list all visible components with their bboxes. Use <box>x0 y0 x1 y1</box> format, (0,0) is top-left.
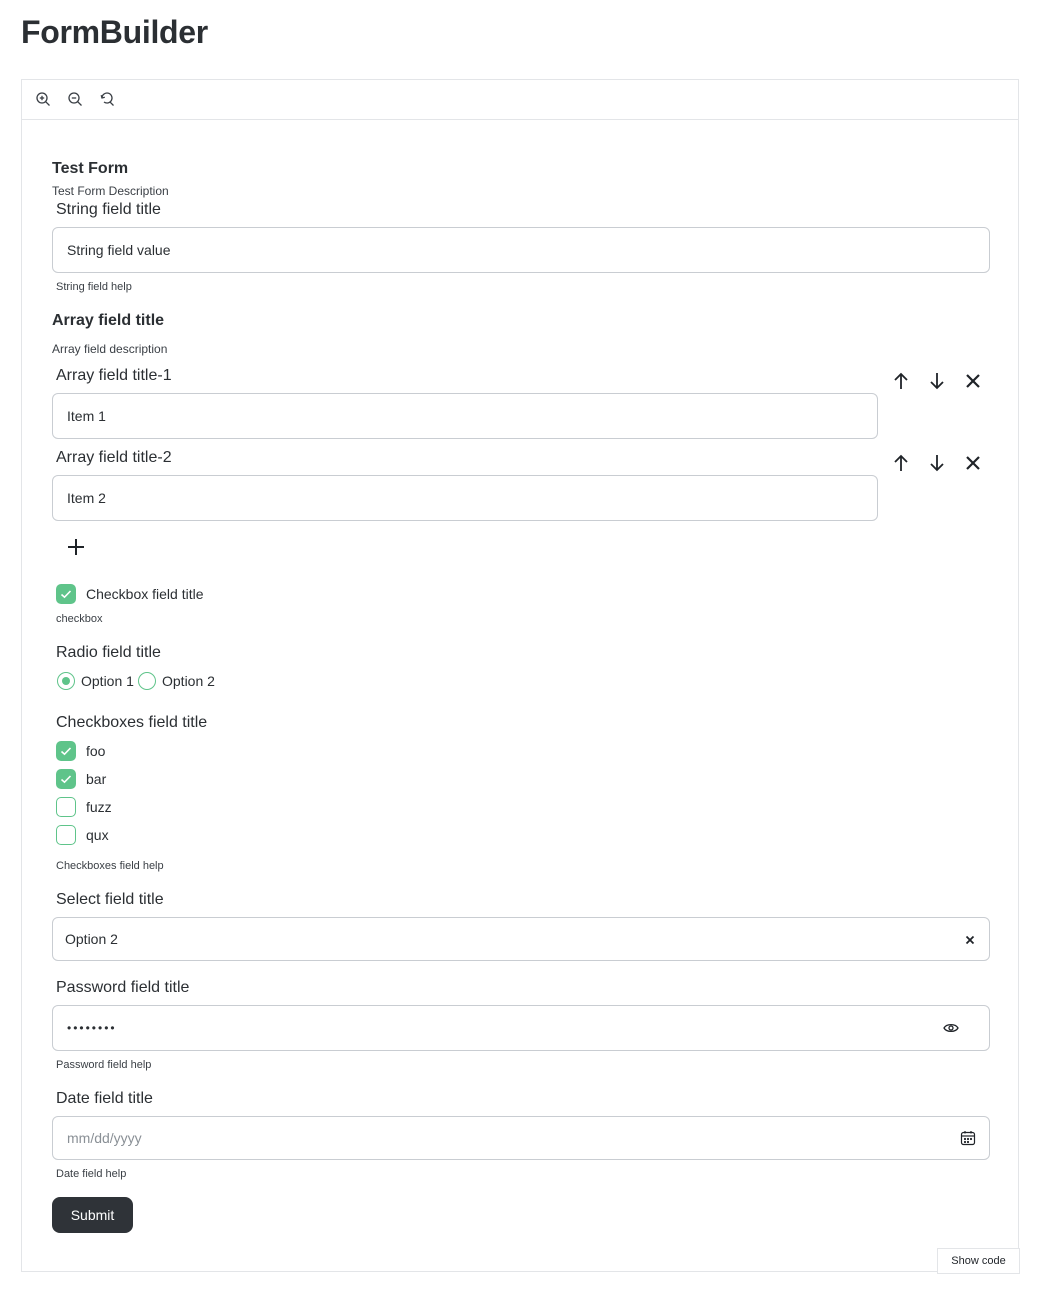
close-icon <box>965 935 975 945</box>
zoom-in-button[interactable] <box>35 91 53 109</box>
zoom-in-icon <box>36 92 50 106</box>
array-item-2-label: Array field title-2 <box>56 449 172 466</box>
calendar-icon <box>960 1131 976 1146</box>
checkbox-field-help: checkbox <box>56 613 103 625</box>
checkbox-qux-label: qux <box>86 827 109 843</box>
checkbox-fuzz[interactable] <box>56 797 76 817</box>
password-field-help: Password field help <box>56 1059 152 1071</box>
string-field-help: String field help <box>56 281 132 293</box>
reset-zoom-icon <box>100 92 114 106</box>
password-field[interactable]: •••••••• <box>52 1005 990 1051</box>
arrow-down-icon <box>930 455 944 472</box>
date-field[interactable] <box>52 1116 990 1160</box>
remove-item-button[interactable] <box>962 452 984 474</box>
zoom-out-button[interactable] <box>67 91 85 109</box>
checkboxes-field-label: Checkboxes field title <box>56 714 208 731</box>
array-field-description: Array field description <box>52 342 168 356</box>
array-item-1[interactable] <box>52 393 878 439</box>
check-icon <box>60 775 72 784</box>
select-field[interactable]: Option 2 <box>52 917 990 961</box>
clear-select-button[interactable] <box>959 929 981 951</box>
radio-selected-dot <box>61 676 70 685</box>
radio-option-1-label: Option 1 <box>81 673 134 689</box>
preview-toolbar <box>22 80 1018 120</box>
array-item-2[interactable] <box>52 475 878 521</box>
checkbox-foo-label: foo <box>86 743 106 759</box>
arrow-down-icon <box>930 373 944 390</box>
close-icon <box>966 374 980 388</box>
reset-zoom-button[interactable] <box>99 91 117 109</box>
checkbox-fuzz-label: fuzz <box>86 799 112 815</box>
checkbox-field[interactable] <box>56 584 76 604</box>
check-icon <box>60 590 72 599</box>
app-title: FormBuilder <box>21 14 208 50</box>
form-title: Test Form <box>52 160 129 177</box>
array-field-title: Array field title <box>52 312 165 329</box>
arrow-up-icon <box>894 372 908 389</box>
move-down-button[interactable] <box>926 452 948 474</box>
check-icon <box>60 747 72 756</box>
submit-button[interactable]: Submit <box>52 1197 133 1233</box>
plus-icon <box>68 539 84 555</box>
close-icon <box>966 456 980 470</box>
radio-option-1[interactable] <box>57 672 75 690</box>
radio-field-label: Radio field title <box>56 644 161 661</box>
checkbox-qux[interactable] <box>56 825 76 845</box>
radio-option-2[interactable] <box>138 672 156 690</box>
show-code-button[interactable]: Show code <box>937 1248 1020 1274</box>
password-field-label: Password field title <box>56 979 190 996</box>
checkbox-foo[interactable] <box>56 741 76 761</box>
checkboxes-field-help: Checkboxes field help <box>56 860 164 872</box>
select-field-label: Select field title <box>56 891 164 908</box>
eye-icon <box>943 1023 959 1033</box>
string-field-input[interactable] <box>67 242 975 258</box>
checkbox-bar-label: bar <box>86 771 107 787</box>
zoom-out-icon <box>68 92 82 106</box>
array-item-2-input[interactable] <box>67 490 863 506</box>
array-item-1-input[interactable] <box>67 408 863 424</box>
select-field-value: Option 2 <box>65 931 118 947</box>
move-down-button[interactable] <box>926 370 948 392</box>
date-field-label: Date field title <box>56 1090 153 1107</box>
checkbox-field-label: Checkbox field title <box>86 586 204 602</box>
string-field[interactable] <box>52 227 990 273</box>
form-description: Test Form Description <box>52 184 169 198</box>
radio-option-2-label: Option 2 <box>162 673 215 689</box>
toggle-password-button[interactable] <box>940 1017 962 1039</box>
remove-item-button[interactable] <box>962 370 984 392</box>
string-field-label: String field title <box>56 201 161 218</box>
array-item-1-label: Array field title-1 <box>56 367 172 384</box>
move-up-button[interactable] <box>890 370 912 392</box>
add-item-button[interactable] <box>65 536 87 558</box>
arrow-up-icon <box>894 454 908 471</box>
checkbox-bar[interactable] <box>56 769 76 789</box>
calendar-button[interactable] <box>957 1127 979 1149</box>
date-field-input[interactable] <box>67 1130 975 1146</box>
password-field-value: •••••••• <box>67 1021 117 1035</box>
date-field-help: Date field help <box>56 1168 127 1180</box>
move-up-button[interactable] <box>890 452 912 474</box>
